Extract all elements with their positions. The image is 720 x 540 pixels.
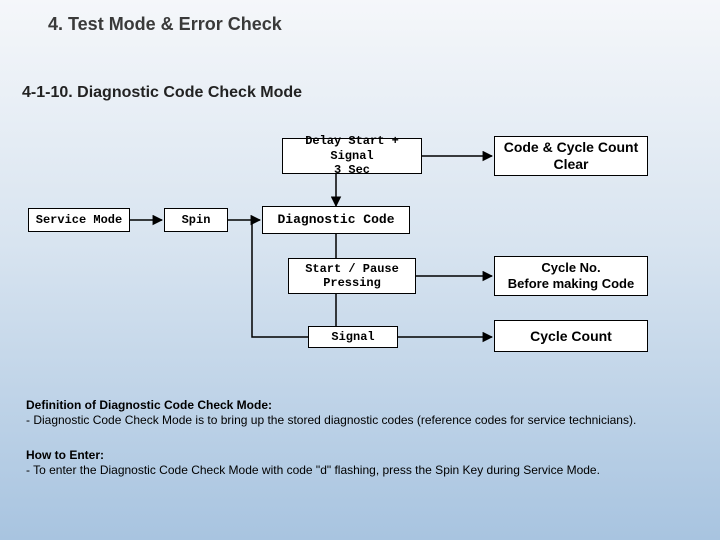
box-service-mode: Service Mode bbox=[28, 208, 130, 232]
howto-block: How to Enter: - To enter the Diagnostic … bbox=[26, 448, 686, 478]
box-diagnostic-code: Diagnostic Code bbox=[262, 206, 410, 234]
definition-body: - Diagnostic Code Check Mode is to bring… bbox=[26, 413, 636, 427]
box-code-cycle-clear: Code & Cycle CountClear bbox=[494, 136, 648, 176]
box-cycle-count: Cycle Count bbox=[494, 320, 648, 352]
box-spin: Spin bbox=[164, 208, 228, 232]
box-delay-start-signal: Delay Start + Signal3 Sec bbox=[282, 138, 422, 174]
definition-block: Definition of Diagnostic Code Check Mode… bbox=[26, 398, 686, 428]
howto-heading: How to Enter: bbox=[26, 448, 104, 462]
howto-body: - To enter the Diagnostic Code Check Mod… bbox=[26, 463, 600, 477]
box-cycle-no-before-code: Cycle No.Before making Code bbox=[494, 256, 648, 296]
definition-heading: Definition of Diagnostic Code Check Mode… bbox=[26, 398, 272, 412]
page-title: 4. Test Mode & Error Check bbox=[48, 14, 282, 35]
section-subtitle: 4-1-10. Diagnostic Code Check Mode bbox=[22, 84, 302, 102]
box-start-pause-pressing: Start / PausePressing bbox=[288, 258, 416, 294]
box-signal: Signal bbox=[308, 326, 398, 348]
